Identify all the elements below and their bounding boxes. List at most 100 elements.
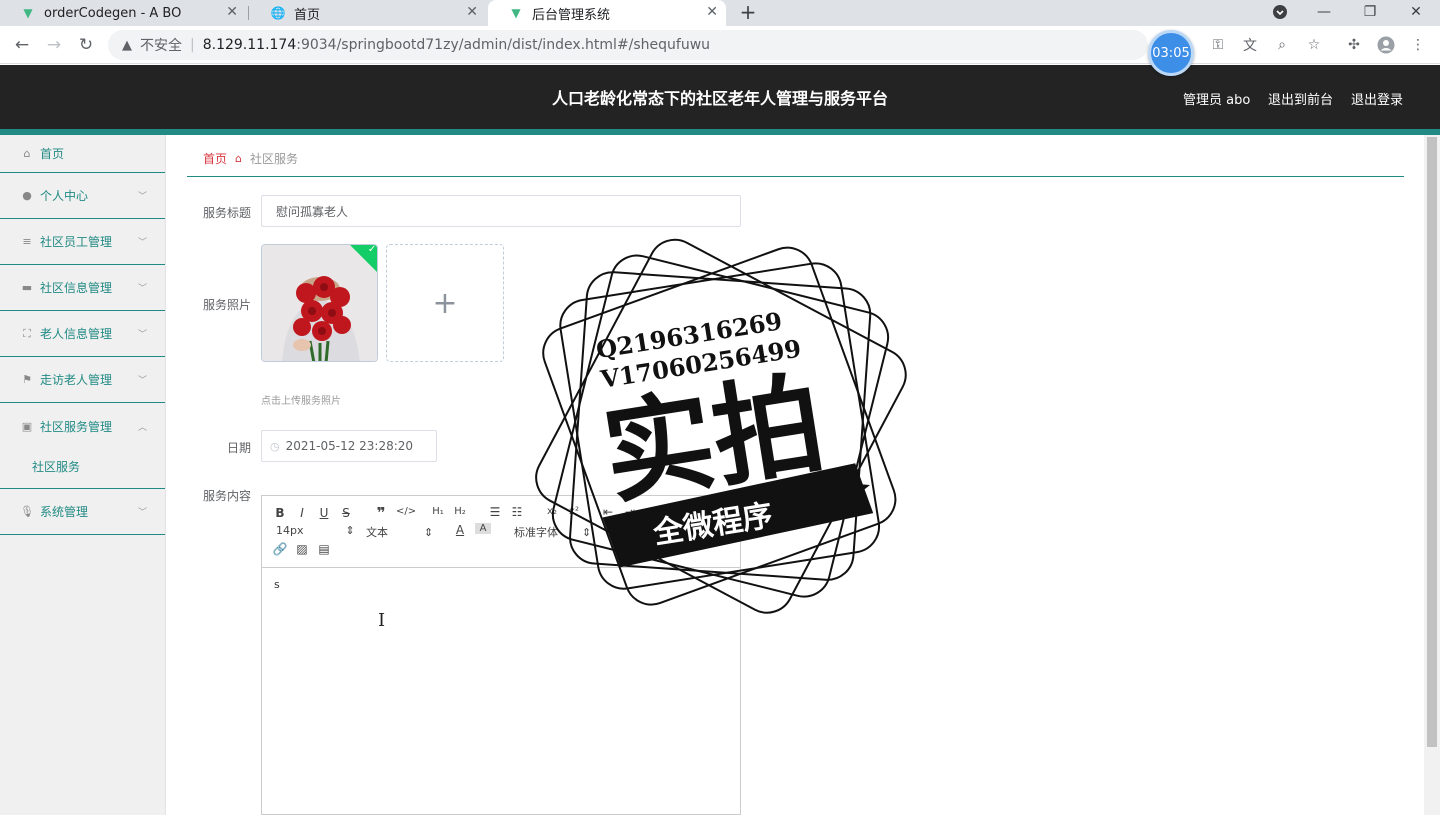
title-input[interactable]: 慰问孤寡老人	[261, 195, 741, 227]
sidebar-item-system[interactable]: 🎙 系统管理 ﹀	[0, 489, 165, 535]
chevron-down-icon: ﹀	[137, 508, 147, 518]
globe-icon: 🌐	[270, 6, 286, 20]
menu-dots-icon[interactable]: ⋮	[1409, 36, 1427, 54]
sidebar-item-label: 社区员工管理	[40, 235, 113, 249]
url-path: :9034/springbootd71zy/admin/dist/index.h…	[296, 37, 711, 53]
blockquote-icon[interactable]: ❞	[373, 504, 389, 522]
sidebar-item-community-info[interactable]: ▬ 社区信息管理 ﹀	[0, 265, 165, 311]
title-value: 慰问孤寡老人	[276, 204, 349, 219]
image-icon[interactable]: ▨	[294, 542, 310, 556]
sidebar-item-label: 个人中心	[40, 189, 89, 203]
flag-icon: ⚑	[22, 373, 32, 386]
profile-icon[interactable]	[1377, 36, 1395, 54]
browser-tab-admin[interactable]: ▼ 后台管理系统 ✕	[488, 0, 726, 26]
minimize-icon[interactable]: —	[1304, 0, 1344, 24]
roses-photo	[262, 245, 377, 361]
chevron-down-icon: ﹀	[137, 284, 147, 294]
sidebar-item-visit[interactable]: ⚑ 走访老人管理 ﹀	[0, 357, 165, 403]
browser-tab-ordercodegen[interactable]: ▼ orderCodegen - A BO ✕	[0, 0, 246, 26]
photo-label: 服务照片	[202, 298, 251, 312]
watermark-stamp: Q2196316269 V17060256499 实拍 全微程序	[535, 238, 907, 614]
background-color-icon[interactable]: A	[475, 523, 491, 534]
tab-search-icon[interactable]	[1260, 0, 1300, 24]
date-picker[interactable]: ◷ 2021-05-12 23:28:20	[261, 430, 437, 462]
font-color-icon[interactable]: A	[452, 523, 468, 537]
insecure-label: 不安全	[140, 38, 182, 54]
block-type-select[interactable]: 文本 ⇕	[366, 524, 433, 540]
heading1-icon[interactable]: H₁	[430, 506, 446, 517]
title-label: 服务标题	[202, 206, 251, 220]
bookmark-star-icon[interactable]: ☆	[1305, 36, 1323, 54]
tab-title: 后台管理系统	[532, 7, 611, 23]
chevron-down-icon: ﹀	[137, 376, 147, 386]
sidebar-item-home[interactable]: ⌂ 首页	[0, 135, 165, 173]
fullscreen-icon: ⛶	[23, 326, 31, 340]
timer-badge[interactable]: 03:05	[1148, 30, 1194, 76]
sidebar-item-label: 社区服务	[32, 460, 81, 474]
sidebar-item-personal[interactable]: ● 个人中心 ﹀	[0, 173, 165, 219]
url-host: 8.129.11.174	[202, 37, 297, 53]
restore-icon[interactable]: ❐	[1350, 0, 1390, 24]
tab-title: 首页	[294, 7, 321, 23]
video-icon[interactable]: ▤	[316, 542, 332, 556]
page-scrollbar[interactable]	[1424, 135, 1440, 815]
sidebar-item-label: 首页	[40, 147, 65, 161]
font-size-select[interactable]: 14px ⇕	[276, 524, 355, 537]
sidebar-item-service-mgmt[interactable]: ▣ 社区服务管理 ︿	[0, 403, 165, 449]
new-tab-button[interactable]: +	[738, 0, 758, 24]
heading2-icon[interactable]: H₂	[452, 506, 468, 517]
editor-content[interactable]: s	[274, 578, 280, 591]
user-icon: ●	[22, 189, 32, 202]
browser-tab-bar: ▼ orderCodegen - A BO ✕ 🌐 首页 ✕ ▼ 后台管理系统 …	[0, 0, 1440, 26]
code-block-icon[interactable]: </>	[396, 506, 416, 517]
chevron-up-icon: ︿	[137, 422, 147, 433]
sidebar-item-staff[interactable]: ≡ 社区员工管理 ﹀	[0, 219, 165, 265]
tab-separator	[248, 6, 249, 20]
close-icon[interactable]: ✕	[706, 4, 718, 20]
key-icon[interactable]: ⚿	[1209, 36, 1227, 54]
upload-hint: 点击上传服务照片	[261, 396, 341, 407]
close-icon[interactable]: ✕	[226, 4, 238, 20]
scrollbar-thumb[interactable]	[1427, 137, 1437, 747]
sidebar-item-elder-info[interactable]: ⛶ 老人信息管理 ﹀	[0, 311, 165, 357]
vue-logo-icon: ▼	[511, 6, 521, 20]
forward-icon[interactable]: →	[43, 34, 65, 56]
zoom-icon[interactable]: ⌕	[1273, 36, 1291, 54]
logout-link[interactable]: 退出登录	[1351, 89, 1403, 108]
list-icon: ≡	[22, 235, 32, 248]
url-divider: |	[190, 37, 195, 53]
to-front-link[interactable]: 退出到前台	[1268, 89, 1333, 108]
breadcrumb-home[interactable]: 首页	[203, 150, 227, 167]
trash-icon: ▣	[21, 419, 33, 433]
chevron-down-icon: ﹀	[137, 330, 147, 340]
clock-icon: ◷	[270, 439, 280, 453]
upload-add-button[interactable]: +	[386, 244, 504, 362]
current-user: 管理员 abo	[1183, 93, 1251, 108]
link-icon[interactable]: 🔗	[272, 542, 288, 556]
ordered-list-icon[interactable]: ☰	[487, 505, 503, 519]
strike-icon[interactable]: S	[338, 506, 354, 520]
address-bar[interactable]: ▲ 不安全 | 8.129.11.174 :9034/springbootd71…	[108, 30, 1148, 60]
italic-icon[interactable]: I	[294, 506, 310, 520]
sidebar: ⌂ 首页 ● 个人中心 ﹀ ≡ 社区员工管理 ﹀ ▬ 社区信息管理 ﹀ ⛶ 老人…	[0, 135, 166, 815]
uploaded-photo[interactable]: ✓	[261, 244, 378, 362]
sidebar-item-label: 老人信息管理	[40, 327, 113, 341]
home-icon: ⌂	[235, 151, 242, 165]
back-icon[interactable]: ←	[11, 34, 33, 56]
reload-icon[interactable]: ↻	[75, 34, 97, 56]
bullet-list-icon[interactable]: ☷	[509, 505, 525, 519]
app-header: 人口老龄化常态下的社区老年人管理与服务平台 管理员 abo 退出到前台 退出登录	[0, 65, 1440, 135]
window-close-icon[interactable]: ✕	[1396, 0, 1436, 24]
breadcrumb-current: 社区服务	[250, 151, 299, 166]
home-icon: ⌂	[23, 147, 31, 160]
chevron-down-icon: ﹀	[137, 192, 147, 202]
close-icon[interactable]: ✕	[466, 4, 478, 20]
warning-icon: ▲	[122, 37, 132, 53]
bold-icon[interactable]: B	[272, 506, 288, 520]
sidebar-item-label: 社区服务管理	[40, 419, 113, 434]
translate-icon[interactable]: 文	[1241, 36, 1259, 54]
underline-icon[interactable]: U	[316, 506, 332, 520]
browser-tab-home[interactable]: 🌐 首页 ✕	[250, 0, 486, 26]
extensions-icon[interactable]: ✣	[1345, 36, 1363, 54]
sidebar-item-community-service[interactable]: 社区服务	[0, 445, 165, 489]
